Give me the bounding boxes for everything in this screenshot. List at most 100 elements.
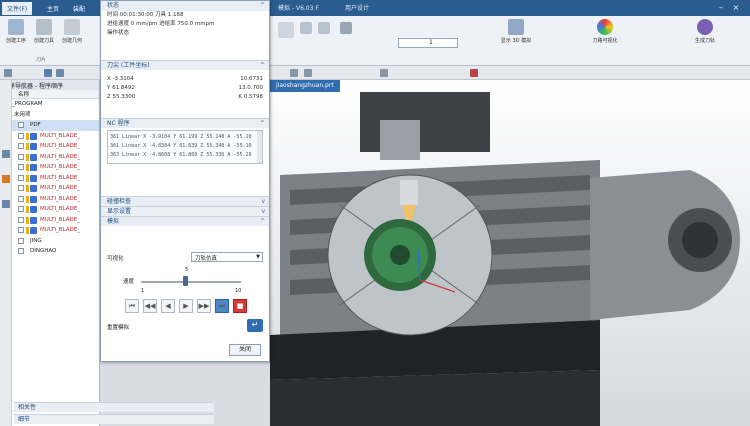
step-forward-fast-button[interactable]: ▶▶ [197,299,211,313]
row-checkbox[interactable] [18,132,24,139]
minimize-icon[interactable]: – [715,2,727,13]
warning-icon [26,174,29,182]
navigator-row-label: MULTI_BLADE_ [40,174,80,181]
create-operation-icon [8,19,24,35]
navigator-row[interactable]: MULTI_BLADE_ [0,131,99,142]
row-checkbox[interactable] [18,164,24,170]
navigator-row[interactable]: PDF [0,120,99,131]
status-section-header[interactable]: 状态 ^ [101,1,269,11]
navigator-row[interactable]: MULTI_BLADE_ [0,183,99,194]
window-subtitle: 用户设计 [345,5,370,12]
viewport-file-tab[interactable]: jiaoshangzhuan.prt [270,80,340,92]
mill-icon[interactable] [278,22,294,38]
row-checkbox[interactable] [18,195,24,202]
graphics-viewport[interactable] [270,80,750,426]
simulation-section-header[interactable]: 模拟 ^ [101,216,269,226]
show-3d-button[interactable]: 显示 3D 模拟 [496,19,536,44]
row-checkbox[interactable] [18,216,24,223]
close-window-icon[interactable]: × [730,2,742,13]
select-icon[interactable] [56,69,64,77]
coord-z: Z 55.3300 K 0.5798 [107,94,263,100]
navigator-row[interactable]: JING [0,236,99,247]
tooltip-section-header[interactable]: 刀尖 (工件坐标) ^ [101,60,269,70]
navigator-row[interactable]: MULTI_BLADE_ [0,152,99,163]
create-geometry-icon [64,19,80,35]
step-spinner[interactable]: 1 [398,38,458,48]
visualize-button[interactable]: 刀路可视化 [590,19,620,44]
nc-line: 363 Linear X -4.8608 Y 61.860 Z 55.336 A… [110,152,252,158]
navigator-row[interactable]: MULTI_BLADE_ [0,162,99,173]
navigator-row[interactable]: NC_PROGRAM [0,99,99,110]
navigator-row[interactable]: MULTI_BLADE_ [0,204,99,215]
create-tool-button[interactable]: 创建刀具 [30,19,58,44]
stop-button[interactable]: ■ [233,299,247,313]
nc-line: 361 Linear X -4.8384 Y 61.639 Z 55.340 A… [110,143,252,149]
navigator-row[interactable]: MULTI_BLADE_ [0,215,99,226]
speed-slider-track[interactable] [141,281,241,283]
visualize-dropdown[interactable]: 刀轨仿真 ▼ [191,252,263,262]
step-back-fast-button[interactable]: ◀◀ [143,299,157,313]
navigator-row[interactable]: MULTI_BLADE_ [0,225,99,236]
generate-path-icon [697,19,713,35]
navigator-row[interactable]: 未用项 [0,110,99,121]
warning-icon [26,143,29,150]
row-checkbox[interactable] [18,174,24,181]
step-back-button[interactable]: ◀ [161,299,175,313]
row-checkbox[interactable] [18,248,24,254]
navigator-row-label: JING [30,237,42,244]
row-checkbox[interactable] [18,227,24,233]
operation-icon [30,143,37,150]
view-icon[interactable] [380,69,388,77]
details-section[interactable]: 细节 [14,414,214,424]
create-geometry-button[interactable]: 创建几何 [58,19,86,44]
operation-icon [30,174,37,182]
nc-program-section-header[interactable]: NC 程序 ^ [101,118,269,128]
rewind-start-button[interactable]: ⏮ [125,299,139,313]
row-checkbox[interactable] [18,153,24,160]
filter-icon[interactable] [44,69,52,77]
row-checkbox[interactable] [18,185,24,191]
reset-icon[interactable]: ↵ [247,319,263,332]
geometry-icon[interactable] [318,22,330,34]
generate-path-button[interactable]: 生成刀轨 [690,19,720,44]
operation-icon [30,153,37,161]
coord-y: Y 61.8492 13.0.700 [107,85,263,91]
row-checkbox[interactable] [18,122,24,128]
forward-end-button[interactable]: ⏭ [215,299,229,313]
tool-icon[interactable] [300,22,312,34]
row-checkbox[interactable] [18,237,24,244]
speed-label: 速度 [123,279,135,285]
warning-icon [26,164,29,171]
navigator-row[interactable]: MULTI_BLADE_ [0,141,99,152]
display-settings-section-header[interactable]: 显示设置 v [101,206,269,216]
row-checkbox[interactable] [18,143,24,149]
play-button[interactable]: ▶ [179,299,193,313]
web-icon[interactable] [2,200,10,208]
navigator-row[interactable]: MULTI_BLADE_ [0,173,99,184]
navigator-row[interactable]: MULTI_BLADE_ [0,194,99,205]
navigator-row[interactable]: DINGHAO [0,246,99,257]
record-icon[interactable] [470,69,478,77]
operation-icon [30,164,37,171]
row-checkbox[interactable] [18,206,24,212]
collision-section-header[interactable]: 碰撞检查 v [101,196,269,206]
tab-file[interactable]: 文件(F) [2,2,33,15]
method-icon[interactable] [340,22,352,34]
navigator-row-label: MULTI_BLADE_ [40,195,80,202]
tab-assembly[interactable]: 装配 [68,2,90,15]
nc-scrollbar[interactable] [257,131,262,163]
navigator-header: 工序导航器 - 程序顺序 [0,80,99,90]
create-operation-button[interactable]: 创建工序 [2,19,30,44]
menu-icon[interactable] [4,69,12,77]
dependencies-section[interactable]: 相关性 [14,402,214,412]
speed-slider-thumb[interactable] [183,276,188,286]
history-icon[interactable] [2,175,10,183]
resource-icon[interactable] [2,150,10,158]
tab-home[interactable]: 主页 [42,2,64,15]
snap-icon[interactable] [290,69,298,77]
close-button[interactable]: 关闭 [229,344,261,356]
point-icon[interactable] [304,69,312,77]
navigator-row-label: PDF [30,122,41,128]
nc-program-listing[interactable]: 361 Linear X -3.9104 Y 61.199 Z 55.140 A… [107,130,263,164]
navigator-row-label: MULTI_BLADE_ [40,216,80,223]
